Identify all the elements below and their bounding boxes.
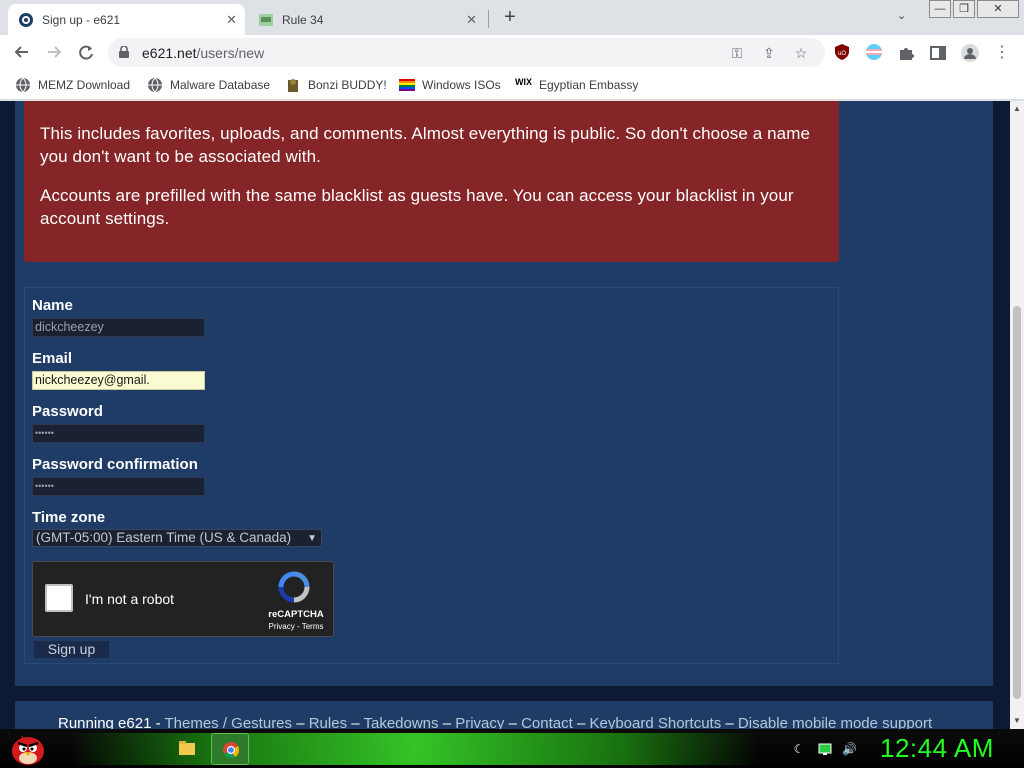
- time-zone-value: (GMT-05:00) Eastern Time (US & Canada): [36, 530, 292, 545]
- side-panel-icon[interactable]: [929, 44, 947, 62]
- tab-separator: [488, 10, 489, 28]
- reload-button[interactable]: [75, 41, 97, 63]
- e621-favicon-icon: [18, 12, 34, 28]
- extensions-puzzle-icon[interactable]: [897, 44, 915, 62]
- restore-button[interactable]: ❐: [953, 0, 975, 18]
- footer-link-keyboard-shortcuts[interactable]: Keyboard Shortcuts: [589, 715, 721, 729]
- globe-icon: [15, 77, 31, 93]
- site-footer: Running e621 - Themes / Gestures – Rules…: [15, 701, 993, 729]
- share-icon[interactable]: ⇪: [761, 45, 777, 61]
- scroll-up-arrow-icon[interactable]: ▲: [1013, 104, 1021, 113]
- password-field[interactable]: ••••••: [32, 424, 205, 443]
- email-field[interactable]: nickcheezey@gmail.: [32, 371, 205, 390]
- tab-title: Sign up - e621: [42, 12, 121, 27]
- page-scrollbar[interactable]: ▲ ▼: [1010, 101, 1024, 729]
- signup-form: Name dickcheezey Email nickcheezey@gmail…: [24, 287, 839, 664]
- taskbar-chrome-button[interactable]: [211, 733, 249, 765]
- close-window-button[interactable]: ✕: [977, 0, 1019, 18]
- notice-paragraph: This includes favorites, uploads, and co…: [40, 124, 811, 166]
- network-icon[interactable]: [818, 742, 832, 756]
- footer-prefix: Running e621 -: [58, 715, 165, 729]
- notice-paragraph: Accounts are prefilled with the same bla…: [40, 186, 794, 228]
- recaptcha-logo-icon: [278, 571, 310, 603]
- start-button-angry-bird-icon[interactable]: [9, 731, 47, 767]
- volume-icon[interactable]: 🔊: [842, 742, 857, 756]
- scroll-down-arrow-icon[interactable]: ▼: [1013, 716, 1021, 725]
- recaptcha-checkbox[interactable]: [45, 584, 73, 612]
- time-zone-select[interactable]: (GMT-05:00) Eastern Time (US & Canada) ▼: [32, 529, 322, 547]
- lock-icon: [119, 46, 129, 58]
- password-label: Password: [32, 403, 103, 420]
- new-tab-button[interactable]: +: [499, 6, 521, 29]
- password-confirmation-field[interactable]: ••••••: [32, 477, 205, 496]
- recaptcha-brand: reCAPTCHA: [268, 609, 324, 620]
- page-content: This includes favorites, uploads, and co…: [15, 101, 993, 686]
- flag-extension-icon[interactable]: [865, 43, 883, 61]
- sign-up-button[interactable]: Sign up: [33, 640, 110, 659]
- footer-link-disable-mobile[interactable]: Disable mobile mode support: [738, 715, 932, 729]
- footer-link-themes[interactable]: Themes / Gestures: [164, 715, 292, 729]
- bookmark-memz[interactable]: MEMZ Download: [15, 76, 130, 94]
- password-confirmation-label: Password confirmation: [32, 456, 198, 473]
- wix-icon: WIX: [515, 77, 532, 87]
- recaptcha-label: I'm not a robot: [85, 591, 175, 607]
- svg-text:uO: uO: [838, 51, 846, 57]
- folder-icon: [179, 741, 195, 755]
- chrome-icon: [223, 742, 240, 759]
- scrollbar-thumb[interactable]: [1013, 306, 1021, 699]
- minimize-button[interactable]: —: [929, 0, 951, 18]
- chevron-down-icon: ▼: [307, 533, 317, 544]
- tab-rule-34[interactable]: Rule 34 ✕: [248, 4, 485, 35]
- ublock-icon[interactable]: uO: [833, 43, 851, 61]
- forward-button[interactable]: [43, 41, 65, 63]
- footer-link-contact[interactable]: Contact: [521, 715, 573, 729]
- address-bar[interactable]: e621.net/users/new ⚿ ⇪ ☆: [108, 38, 825, 67]
- tray-app-icon[interactable]: ☾: [792, 742, 806, 756]
- email-label: Email: [32, 350, 73, 367]
- time-zone-label: Time zone: [32, 509, 106, 526]
- menu-kebab-icon[interactable]: ⋮: [993, 44, 1011, 62]
- tab-title: Rule 34: [282, 12, 324, 27]
- browser-toolbar: e621.net/users/new ⚿ ⇪ ☆ uO ⋮: [0, 35, 1024, 69]
- reload-icon: [79, 45, 93, 60]
- bookmarks-bar: MEMZ Download Malware Database Bonzi BUD…: [0, 69, 1024, 100]
- footer-link-privacy[interactable]: Privacy: [455, 715, 504, 729]
- tab-sign-up[interactable]: Sign up - e621 ✕: [8, 4, 245, 35]
- name-label: Name: [32, 297, 73, 314]
- taskbar: [0, 729, 1024, 768]
- globe-icon: [147, 77, 163, 93]
- close-tab-icon[interactable]: ✕: [466, 12, 477, 28]
- url-text: e621.net/users/new: [142, 45, 265, 61]
- taskbar-clock[interactable]: 12:44 AM: [880, 733, 994, 764]
- bookmark-windows-isos[interactable]: Windows ISOs: [399, 76, 501, 94]
- arrow-left-icon: [14, 46, 28, 58]
- taskbar-file-explorer-button[interactable]: [168, 733, 206, 765]
- recaptcha-widget: I'm not a robot reCAPTCHA Privacy - Term…: [32, 561, 334, 637]
- profile-avatar-icon[interactable]: [961, 44, 979, 62]
- footer-link-rules[interactable]: Rules: [309, 715, 347, 729]
- star-icon[interactable]: ☆: [793, 45, 809, 61]
- bookmark-bonzi-buddy[interactable]: Bonzi BUDDY!: [285, 76, 387, 94]
- rule34-favicon-icon: [258, 12, 274, 28]
- privacy-notice: This includes favorites, uploads, and co…: [24, 101, 839, 262]
- tab-strip: Sign up - e621 ✕ Rule 34 ✕ + ⌄ — ❐ ✕: [0, 0, 1024, 35]
- rainbow-flag-icon: [399, 77, 415, 93]
- bonzi-icon: [285, 77, 301, 93]
- key-icon[interactable]: ⚿: [729, 45, 745, 61]
- name-field[interactable]: dickcheezey: [32, 318, 205, 337]
- back-button[interactable]: [11, 41, 33, 63]
- close-tab-icon[interactable]: ✕: [226, 12, 237, 28]
- bookmark-egyptian-embassy[interactable]: WIX Egyptian Embassy: [515, 76, 638, 94]
- footer-link-takedowns[interactable]: Takedowns: [363, 715, 438, 729]
- arrow-right-icon: [48, 46, 62, 58]
- tab-search-button[interactable]: ⌄: [897, 9, 906, 22]
- bookmark-malware-database[interactable]: Malware Database: [147, 76, 270, 94]
- page-viewport: This includes favorites, uploads, and co…: [0, 101, 1010, 729]
- recaptcha-privacy-terms-link[interactable]: Privacy - Terms: [259, 622, 333, 631]
